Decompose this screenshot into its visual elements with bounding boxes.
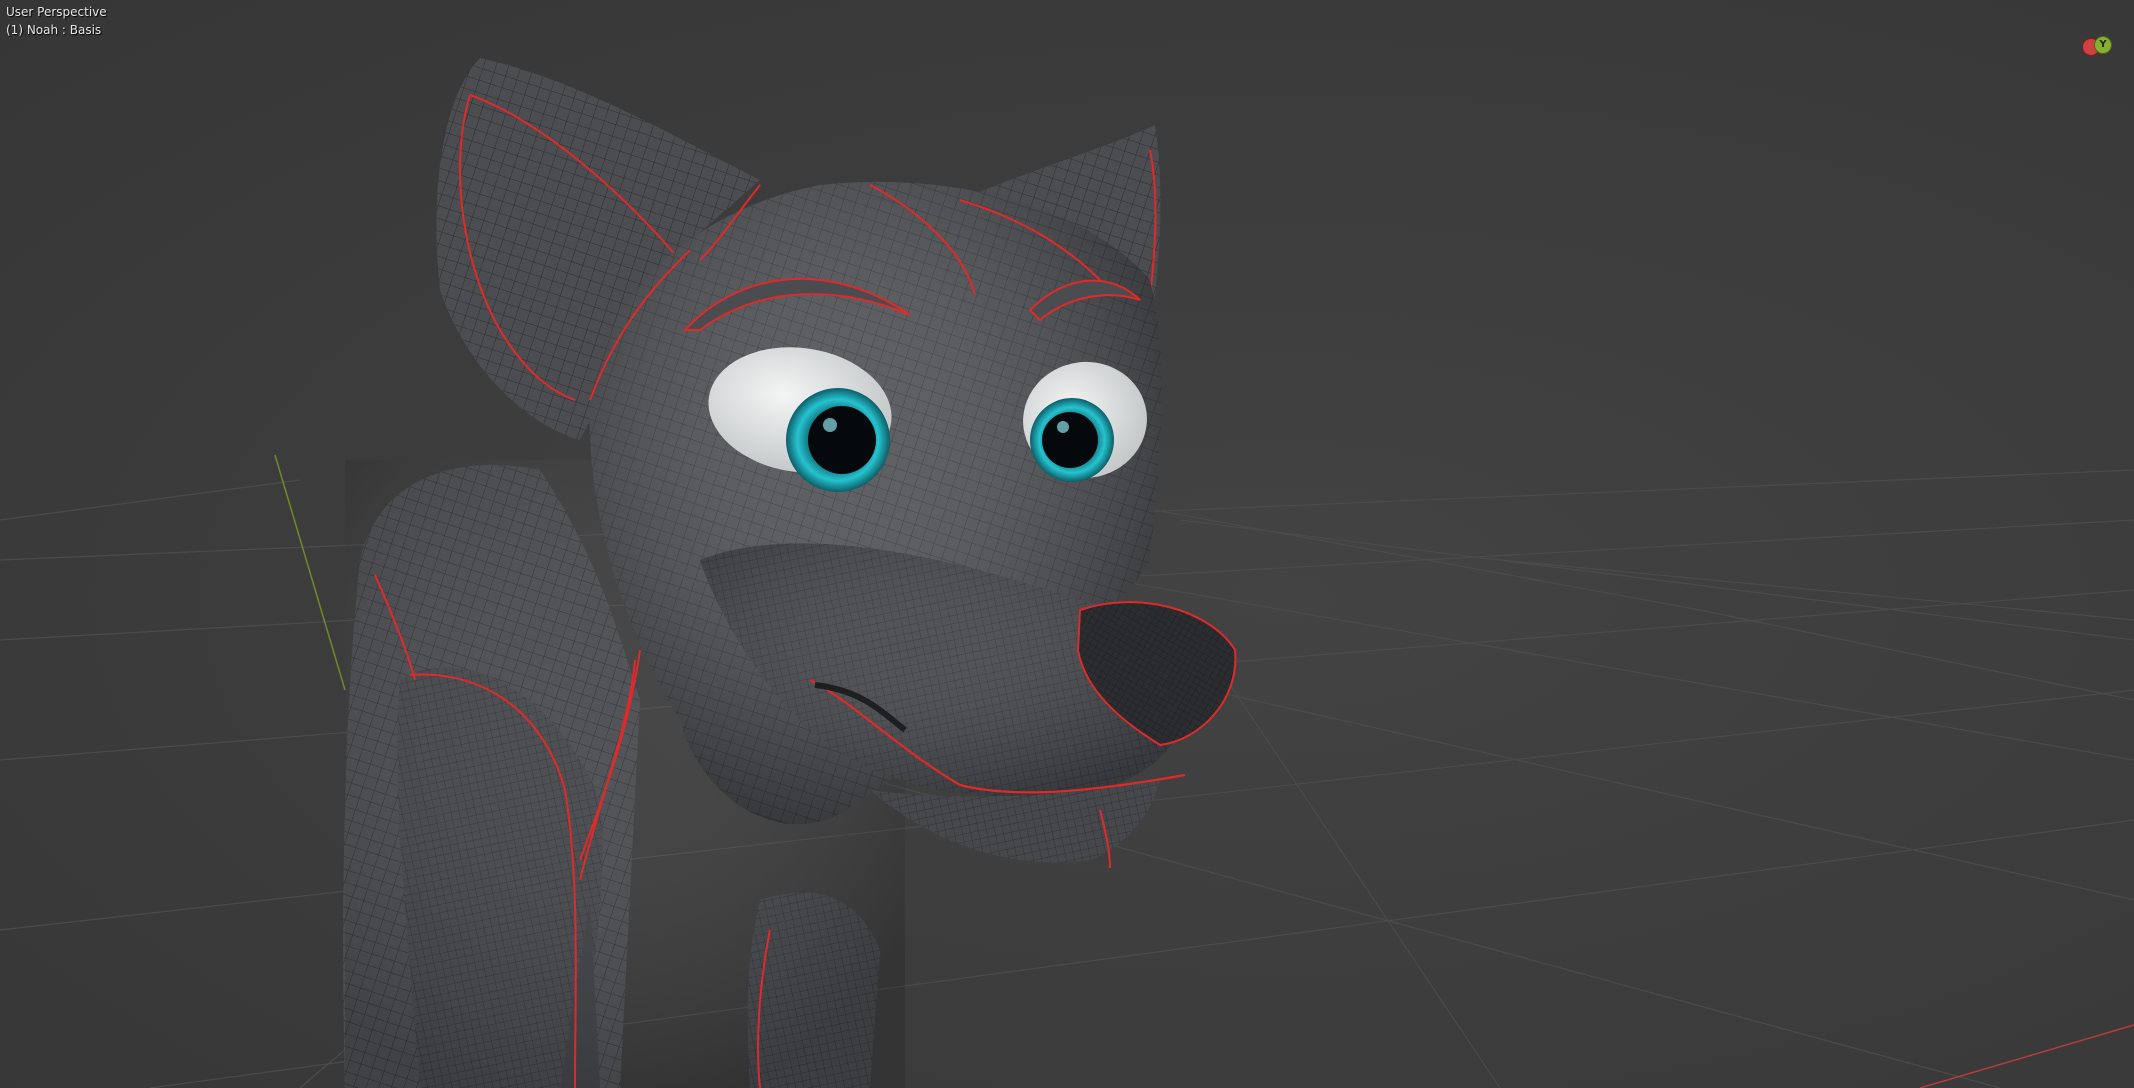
active-object-label: (1) Noah : Basis [6, 23, 102, 37]
viewport-perspective-label: User Perspective [6, 5, 107, 19]
y-axis-line [274, 454, 346, 691]
x-axis-line [1919, 1024, 2134, 1088]
scene-canvas[interactable] [0, 0, 2134, 1088]
axis-y-icon[interactable]: Y [2094, 36, 2112, 54]
3d-viewport[interactable]: User Perspective (1) Noah : Basis Y [0, 0, 2134, 1088]
navigation-gizmo[interactable]: Y [2082, 36, 2116, 58]
